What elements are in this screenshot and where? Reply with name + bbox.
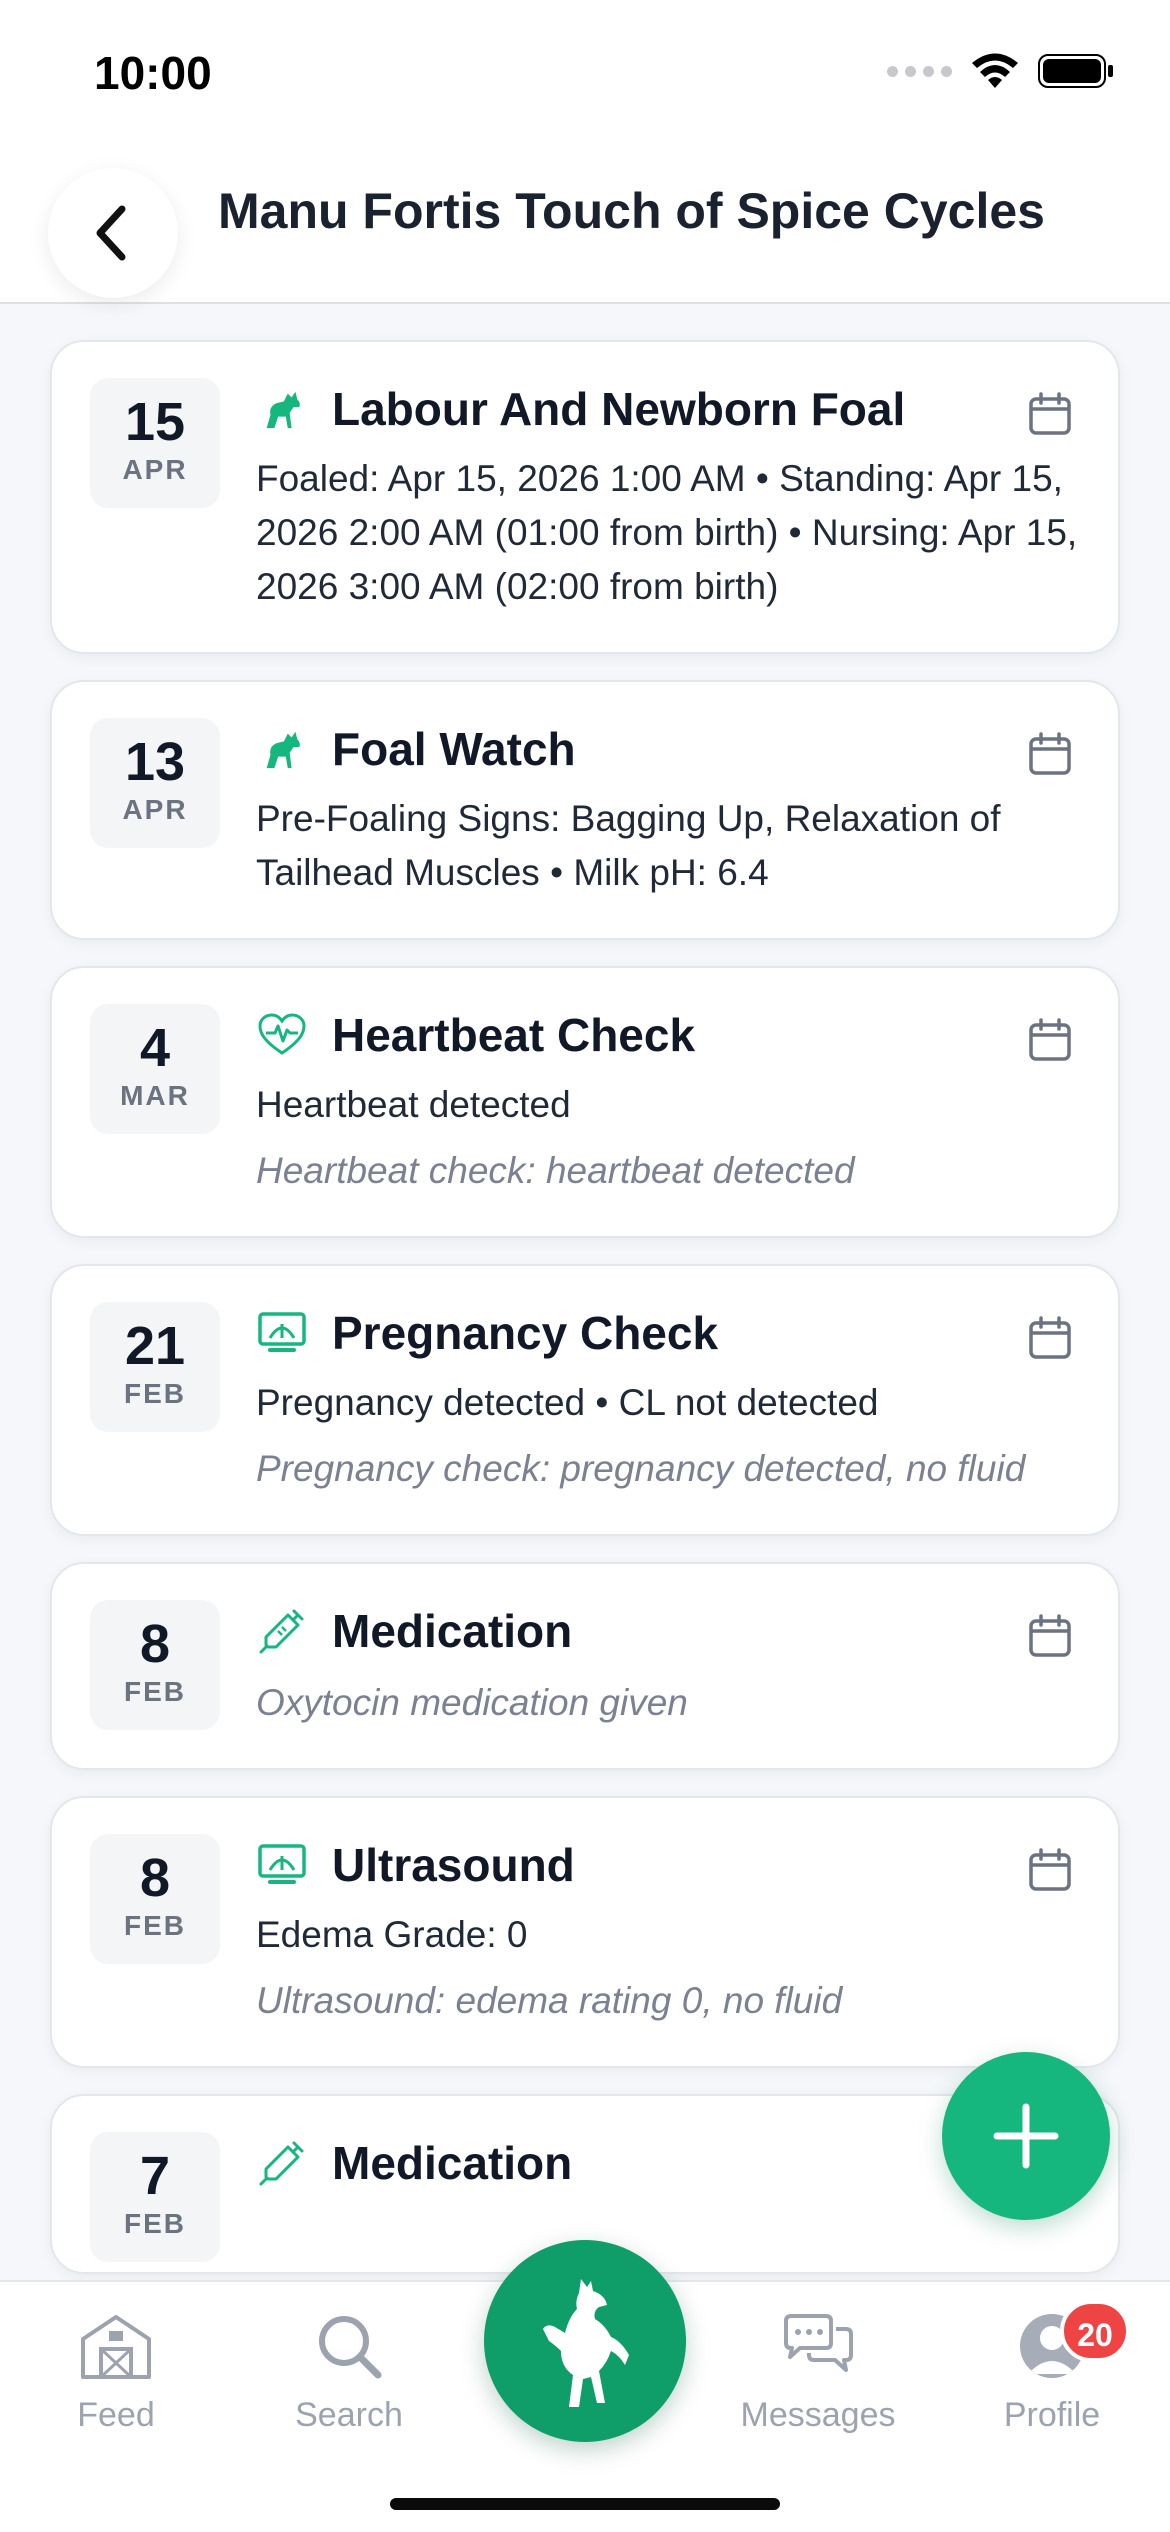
event-card-heartbeat-check[interactable]: 4 MAR Heartbeat Check Heartbeat detected… — [50, 966, 1120, 1238]
date-badge: 15 APR — [90, 378, 220, 508]
event-card-medication[interactable]: 8 FEB Medication Oxytocin medication giv… — [50, 1562, 1120, 1770]
calendar-icon[interactable] — [1028, 1614, 1072, 1658]
calendar-icon[interactable] — [1028, 1018, 1072, 1062]
rearing-horse-icon — [543, 2279, 629, 2407]
nav-item-search[interactable]: Search — [249, 2308, 449, 2435]
syringe-icon — [256, 1605, 308, 1657]
date-day: 4 — [139, 1018, 171, 1078]
date-badge: 4 MAR — [90, 1004, 220, 1134]
calendar-icon[interactable] — [1028, 732, 1072, 776]
nav-label-search: Search — [295, 2396, 403, 2434]
date-day: 15 — [124, 392, 186, 452]
event-card-labour[interactable]: 15 APR Labour And Newborn Foal Foaled: A… — [50, 340, 1120, 654]
calendar-icon[interactable] — [1028, 392, 1072, 436]
card-note: Pregnancy check: pregnancy detected, no … — [256, 1448, 1026, 1489]
status-time: 10:00 — [94, 47, 212, 99]
horse-icon — [256, 383, 308, 435]
date-day: 8 — [139, 1614, 171, 1674]
date-month: FEB — [124, 1676, 186, 1707]
home-indicator — [390, 2498, 780, 2510]
ultrasound-icon — [256, 1839, 308, 1891]
card-note: Oxytocin medication given — [256, 1682, 688, 1723]
horse-home-button[interactable] — [484, 2240, 686, 2442]
back-button[interactable] — [48, 168, 178, 298]
event-card-pregnancy-check[interactable]: 21 FEB Pregnancy Check Pregnancy detecte… — [50, 1264, 1120, 1536]
syringe-icon — [256, 2137, 308, 2189]
date-day: 8 — [139, 1848, 171, 1908]
date-month: MAR — [120, 1080, 190, 1111]
card-title: Pregnancy Check — [332, 1307, 719, 1359]
card-details: Foaled: Apr 15, 2026 1:00 AM • Standing:… — [256, 458, 1078, 607]
date-badge: 21 FEB — [90, 1302, 220, 1432]
date-day: 21 — [124, 1316, 186, 1376]
add-event-button[interactable] — [942, 2052, 1110, 2220]
header: Manu Fortis Touch of Spice Cycles — [0, 140, 1170, 304]
status-bar: 10:00 — [0, 0, 1170, 140]
card-details: Pre-Foaling Signs: Bagging Up, Relaxatio… — [256, 798, 1001, 893]
event-card-ultrasound[interactable]: 8 FEB Ultrasound Edema Grade: 0 Ultrasou… — [50, 1796, 1120, 2068]
card-note: Heartbeat check: heartbeat detected — [256, 1150, 855, 1191]
nav-label-profile: Profile — [1003, 2396, 1101, 2434]
nav-label-feed: Feed — [77, 2396, 155, 2434]
cycle-events-list[interactable]: 15 APR Labour And Newborn Foal Foaled: A… — [50, 340, 1120, 2300]
cellular-signal-icon — [887, 65, 952, 77]
wifi-icon — [972, 53, 1018, 88]
date-month: APR — [122, 794, 188, 825]
search-icon — [319, 2316, 382, 2379]
battery-icon — [1038, 54, 1113, 88]
status-icons — [887, 52, 1114, 90]
ultrasound-icon — [256, 1307, 308, 1359]
calendar-icon[interactable] — [1028, 1848, 1072, 1892]
date-month: APR — [122, 454, 188, 485]
card-title: Foal Watch — [332, 723, 576, 775]
nav-label-messages: Messages — [740, 2396, 896, 2434]
chevron-left-icon — [96, 205, 126, 261]
card-title: Medication — [332, 1605, 573, 1657]
card-title: Labour And Newborn Foal — [332, 383, 906, 435]
date-month: FEB — [124, 2208, 186, 2239]
barn-icon — [81, 2315, 151, 2379]
page-title: Manu Fortis Touch of Spice Cycles — [218, 183, 1045, 239]
date-month: FEB — [124, 1910, 186, 1941]
date-day: 13 — [124, 732, 186, 792]
horse-icon — [256, 723, 308, 775]
heartbeat-icon — [256, 1009, 308, 1061]
nav-item-feed[interactable]: Feed — [16, 2308, 216, 2435]
card-title: Heartbeat Check — [332, 1009, 696, 1061]
date-badge: 7 FEB — [90, 2132, 220, 2262]
nav-item-messages[interactable]: Messages — [718, 2308, 918, 2435]
date-badge: 8 FEB — [90, 1834, 220, 1964]
event-card-foal-watch[interactable]: 13 APR Foal Watch Pre-Foaling Signs: Bag… — [50, 680, 1120, 940]
chat-bubbles-icon — [784, 2314, 853, 2372]
date-badge: 13 APR — [90, 718, 220, 848]
card-details: Heartbeat detected — [256, 1084, 571, 1125]
card-title: Ultrasound — [332, 1839, 575, 1891]
card-title: Medication — [332, 2137, 573, 2189]
card-details: Pregnancy detected • CL not detected — [256, 1382, 879, 1423]
date-month: FEB — [124, 1378, 186, 1409]
card-details: Edema Grade: 0 — [256, 1914, 528, 1955]
card-note: Ultrasound: edema rating 0, no fluid — [256, 1980, 843, 2021]
notification-badge: 20 — [1060, 2300, 1130, 2362]
date-badge: 8 FEB — [90, 1600, 220, 1730]
date-day: 7 — [139, 2146, 171, 2206]
plus-icon — [993, 2103, 1059, 2169]
calendar-icon[interactable] — [1028, 1316, 1072, 1360]
